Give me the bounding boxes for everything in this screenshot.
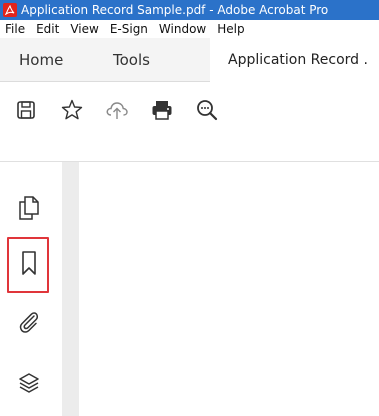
document-canvas[interactable] [79, 162, 379, 416]
pages-icon[interactable] [14, 193, 44, 223]
acrobat-app-icon [3, 3, 17, 17]
tab-document[interactable]: Application Record . [210, 38, 379, 82]
menu-esign[interactable]: E-Sign [110, 22, 148, 36]
tab-tools[interactable]: Tools [113, 51, 150, 69]
menu-edit[interactable]: Edit [36, 22, 59, 36]
tab-document-label: Application Record . [228, 52, 368, 68]
menu-file[interactable]: File [5, 22, 25, 36]
menu-window[interactable]: Window [159, 22, 206, 36]
toolbar [0, 82, 379, 162]
star-icon[interactable] [58, 96, 86, 124]
pane-divider[interactable] [62, 162, 79, 416]
title-bar: Application Record Sample.pdf - Adobe Ac… [0, 0, 379, 20]
save-icon[interactable] [12, 96, 40, 124]
tab-home[interactable]: Home [19, 51, 63, 69]
zoom-out-icon[interactable] [193, 96, 221, 124]
tab-bar: Home Tools Application Record . [0, 38, 379, 82]
layers-icon[interactable] [14, 368, 44, 398]
print-icon[interactable] [148, 96, 176, 124]
window-title: Application Record Sample.pdf - Adobe Ac… [21, 3, 329, 17]
menu-help[interactable]: Help [217, 22, 244, 36]
attachment-icon[interactable] [14, 308, 44, 338]
menu-bar: File Edit View E-Sign Window Help [0, 20, 379, 38]
bookmark-icon[interactable] [14, 248, 44, 278]
cloud-upload-icon[interactable] [103, 96, 131, 124]
menu-view[interactable]: View [70, 22, 98, 36]
